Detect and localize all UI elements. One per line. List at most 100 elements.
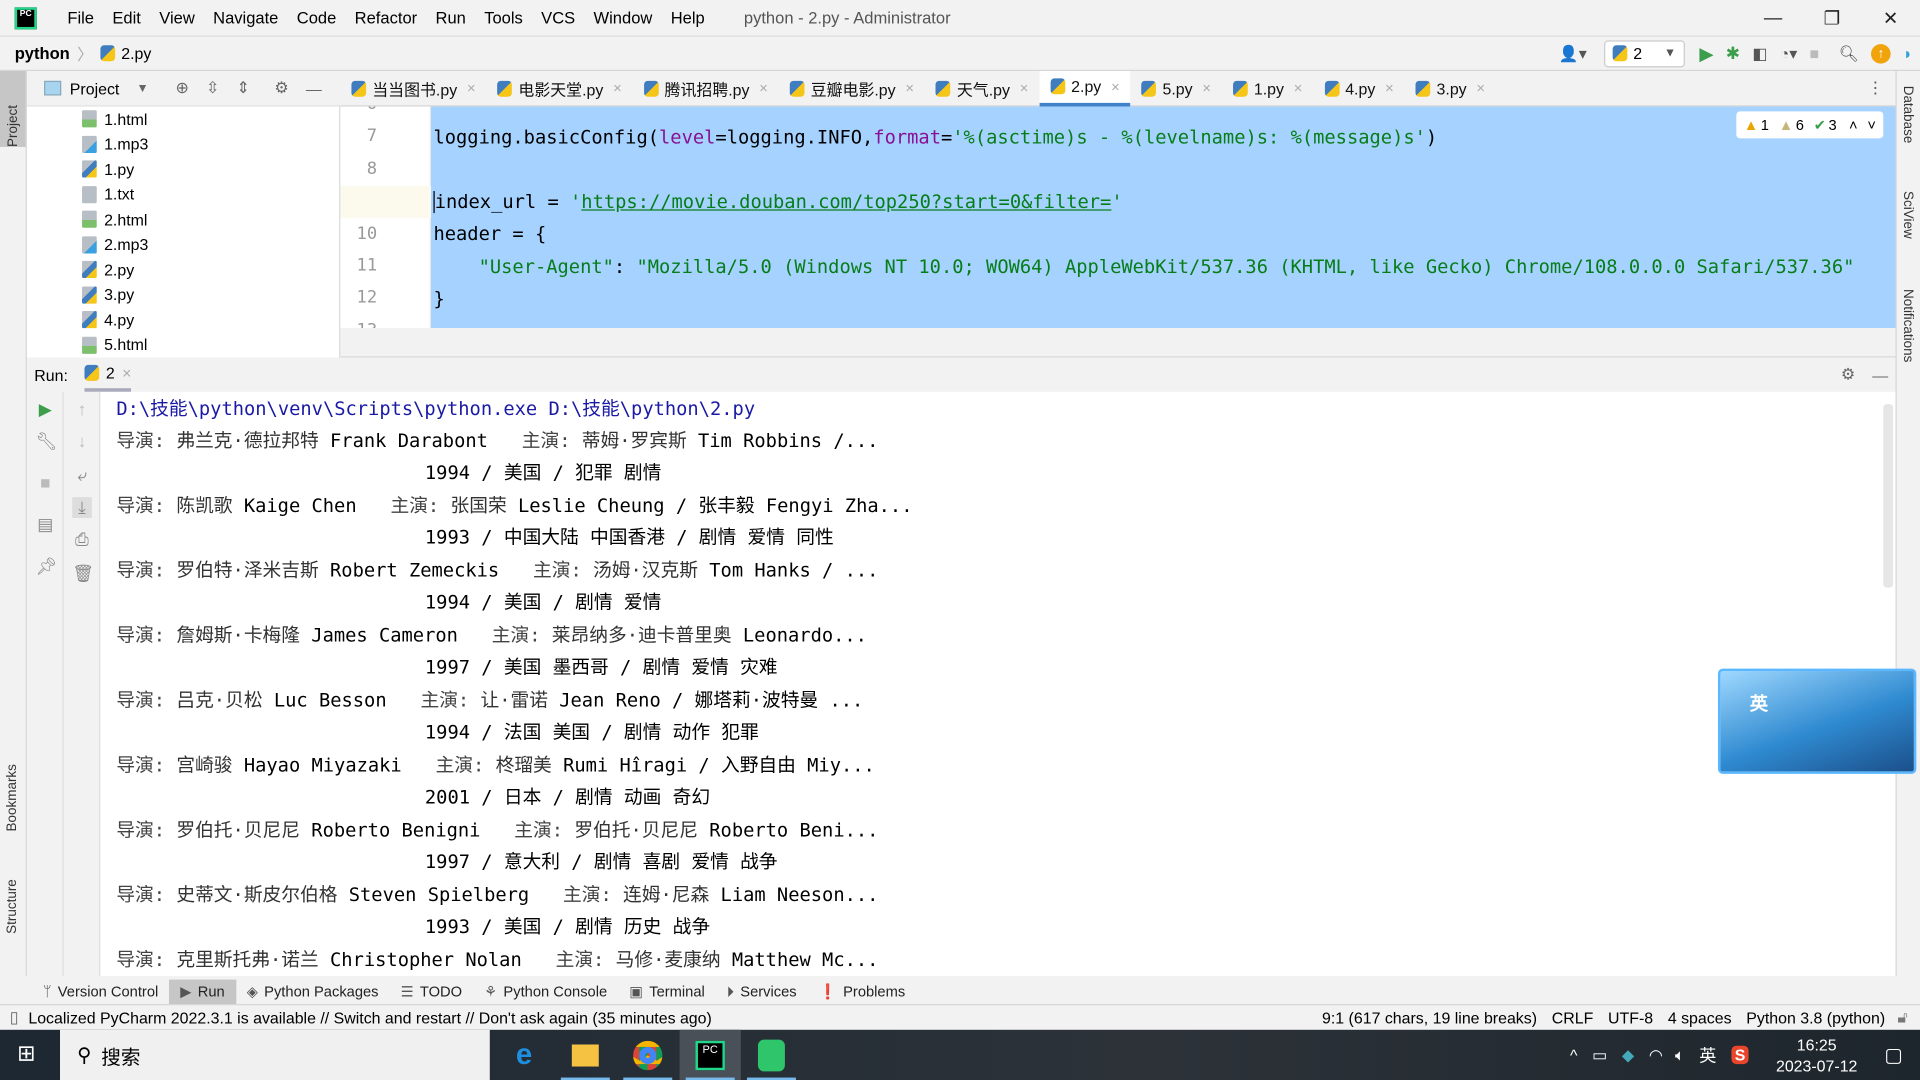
close-icon[interactable]: × bbox=[122, 364, 131, 382]
menu-vcs[interactable]: VCS bbox=[541, 9, 575, 27]
close-icon[interactable]: × bbox=[905, 80, 914, 97]
windows-start-icon[interactable]: ⊞ bbox=[17, 1041, 35, 1067]
menu-code[interactable]: Code bbox=[297, 9, 337, 27]
code-area[interactable]: logging.basicConfig(level=logging.INFO,f… bbox=[431, 106, 1896, 329]
menu-navigate[interactable]: Navigate bbox=[213, 9, 278, 27]
close-icon[interactable]: × bbox=[759, 80, 768, 97]
next-highlight-icon[interactable]: ˅ bbox=[1867, 116, 1876, 133]
code-with-me-icon[interactable]: ◗ bbox=[1903, 44, 1913, 62]
tab-腾讯招聘.py[interactable]: 腾讯招聘.py × bbox=[633, 70, 779, 106]
tab-电影天堂.py[interactable]: 电影天堂.py × bbox=[487, 70, 633, 106]
pycharm-taskbar-icon[interactable]: PC bbox=[679, 1029, 741, 1080]
indent-setting[interactable]: 4 spaces bbox=[1668, 1008, 1732, 1026]
tool-tab-version-control[interactable]: ᛘ Version Control bbox=[32, 980, 169, 1004]
soft-wrap-icon[interactable]: ⤶ bbox=[72, 465, 92, 486]
breadcrumb-project[interactable]: python bbox=[15, 44, 70, 62]
tree-item[interactable]: 1.mp3 bbox=[27, 132, 339, 157]
run-config-select[interactable]: 2 ▼ bbox=[1603, 39, 1685, 67]
file-explorer-icon[interactable] bbox=[555, 1030, 616, 1080]
close-icon[interactable]: × bbox=[1385, 80, 1394, 97]
inspection-widget[interactable]: ▲ 1 ▲ 6 ✔ 3 ˄ ˅ bbox=[1736, 111, 1884, 139]
taskbar-search[interactable]: ⚲ 搜索 bbox=[60, 1029, 490, 1080]
tool-tab-services[interactable]: ⏵ Services bbox=[716, 980, 808, 1004]
show-hidden-icons[interactable]: ^ bbox=[1570, 1046, 1577, 1064]
url-link[interactable]: https://movie.douban.com/top250?start=0&… bbox=[581, 191, 1111, 213]
menu-run[interactable]: Run bbox=[436, 9, 466, 27]
close-icon[interactable]: × bbox=[1020, 80, 1029, 97]
chevron-down-icon[interactable]: ▼ bbox=[136, 81, 148, 94]
wifi-icon[interactable]: ◠ bbox=[1649, 1045, 1663, 1065]
scroll-to-end-icon[interactable]: ⤓ bbox=[72, 497, 92, 518]
gear-icon[interactable]: ⚙ bbox=[1841, 365, 1855, 385]
tab-5.py[interactable]: 5.py × bbox=[1131, 70, 1222, 106]
edge-icon[interactable]: e bbox=[493, 1030, 554, 1080]
project-tool-button[interactable]: Project bbox=[0, 71, 26, 147]
tool-tab-python-console[interactable]: ⚘ Python Console bbox=[473, 980, 618, 1004]
profile-icon[interactable]: ◔▾ bbox=[1780, 43, 1798, 63]
file-encoding[interactable]: UTF-8 bbox=[1608, 1008, 1653, 1026]
database-tool-button[interactable]: Database bbox=[1900, 86, 1915, 147]
chrome-icon[interactable] bbox=[617, 1030, 678, 1080]
tab-3.py[interactable]: 3.py × bbox=[1405, 70, 1496, 106]
hide-icon[interactable]: — bbox=[1872, 366, 1888, 384]
interpreter[interactable]: Python 3.8 (python) bbox=[1746, 1008, 1885, 1026]
tree-item[interactable]: 2.html bbox=[27, 207, 339, 232]
close-icon[interactable]: × bbox=[613, 80, 622, 97]
close-icon[interactable]: × bbox=[467, 80, 476, 97]
tree-item[interactable]: 5.html bbox=[27, 332, 339, 357]
pin-icon[interactable]: 📌︎ bbox=[36, 556, 58, 577]
menu-edit[interactable]: Edit bbox=[112, 9, 140, 27]
console-output[interactable]: D:\技能\python\venv\Scripts\python.exe D:\… bbox=[100, 391, 1881, 976]
close-icon[interactable]: × bbox=[1111, 78, 1120, 95]
ime-skin-widget[interactable]: 英 bbox=[1717, 668, 1917, 774]
tab-当当图书.py[interactable]: 当当图书.py × bbox=[340, 70, 486, 106]
gear-icon[interactable]: ⚙ bbox=[274, 78, 288, 98]
battery-icon[interactable]: ▭ bbox=[1592, 1045, 1607, 1065]
tool-tab-problems[interactable]: ❗ Problems bbox=[808, 980, 917, 1004]
rerun-icon[interactable]: ▶ bbox=[36, 399, 56, 420]
run-tab[interactable]: 2 × bbox=[85, 358, 132, 392]
tree-item[interactable]: 1.html bbox=[27, 107, 339, 132]
tool-tab-python-packages[interactable]: ◈ Python Packages bbox=[236, 980, 390, 1004]
tool-tab-run[interactable]: ▶ Run bbox=[169, 979, 236, 1005]
tool-tab-terminal[interactable]: ▣ Terminal bbox=[618, 980, 716, 1004]
structure-tool-button[interactable]: Structure bbox=[5, 879, 20, 937]
project-view-select[interactable]: Project bbox=[70, 79, 120, 97]
layout-icon[interactable]: ▤ bbox=[36, 514, 56, 535]
line-separator[interactable]: CRLF bbox=[1552, 1008, 1594, 1026]
tree-item[interactable]: 2.mp3 bbox=[27, 232, 339, 257]
ime-indicator[interactable]: 英 bbox=[1699, 1043, 1716, 1067]
user-icon[interactable]: 👤▾ bbox=[1559, 43, 1587, 63]
status-message[interactable]: Localized PyCharm 2022.3.1 is available … bbox=[28, 1008, 711, 1026]
tab-豆瓣电影.py[interactable]: 豆瓣电影.py × bbox=[779, 70, 925, 106]
bookmarks-tool-button[interactable]: Bookmarks bbox=[5, 764, 20, 835]
stop-icon[interactable]: ■ bbox=[36, 473, 56, 493]
arrow-up-icon[interactable]: ↑ bbox=[72, 399, 92, 419]
menu-refactor[interactable]: Refactor bbox=[355, 9, 417, 27]
restore-button[interactable]: ❐ bbox=[1802, 7, 1861, 29]
volume-icon[interactable]: 🔈︎ bbox=[1675, 1045, 1685, 1065]
debug-icon[interactable]: ✱ bbox=[1726, 43, 1740, 64]
notifications-tool-button[interactable]: Notifications bbox=[1900, 289, 1915, 366]
code-editor[interactable]: 678910111213 logging.basicConfig(level=l… bbox=[340, 106, 1896, 329]
menu-file[interactable]: File bbox=[67, 9, 94, 27]
run-icon[interactable]: ▶ bbox=[1699, 42, 1713, 64]
action-center-icon[interactable]: ▢ bbox=[1884, 1043, 1903, 1067]
previous-highlight-icon[interactable]: ˄ bbox=[1849, 116, 1858, 133]
arrow-down-icon[interactable]: ↓ bbox=[72, 431, 92, 451]
tool-tab-todo[interactable]: ☰ TODO bbox=[390, 980, 474, 1004]
tray-app-icon[interactable]: ◆ bbox=[1622, 1045, 1634, 1065]
locate-icon[interactable]: ⊕ bbox=[176, 78, 189, 98]
close-icon[interactable]: × bbox=[1476, 80, 1485, 97]
wrench-icon[interactable]: 🔧︎ bbox=[36, 431, 58, 452]
close-icon[interactable]: × bbox=[1294, 80, 1303, 97]
tab-1.py[interactable]: 1.py × bbox=[1222, 70, 1313, 106]
expand-all-icon[interactable]: ⇳ bbox=[206, 78, 219, 98]
app-icon[interactable] bbox=[741, 1030, 802, 1080]
menu-help[interactable]: Help bbox=[671, 9, 705, 27]
search-icon[interactable]: 🔍︎ bbox=[1839, 43, 1859, 63]
menu-view[interactable]: View bbox=[159, 9, 195, 27]
close-icon[interactable]: × bbox=[1202, 80, 1211, 97]
tab-4.py[interactable]: 4.py × bbox=[1313, 70, 1404, 106]
print-icon[interactable]: ⎙ bbox=[72, 529, 92, 550]
